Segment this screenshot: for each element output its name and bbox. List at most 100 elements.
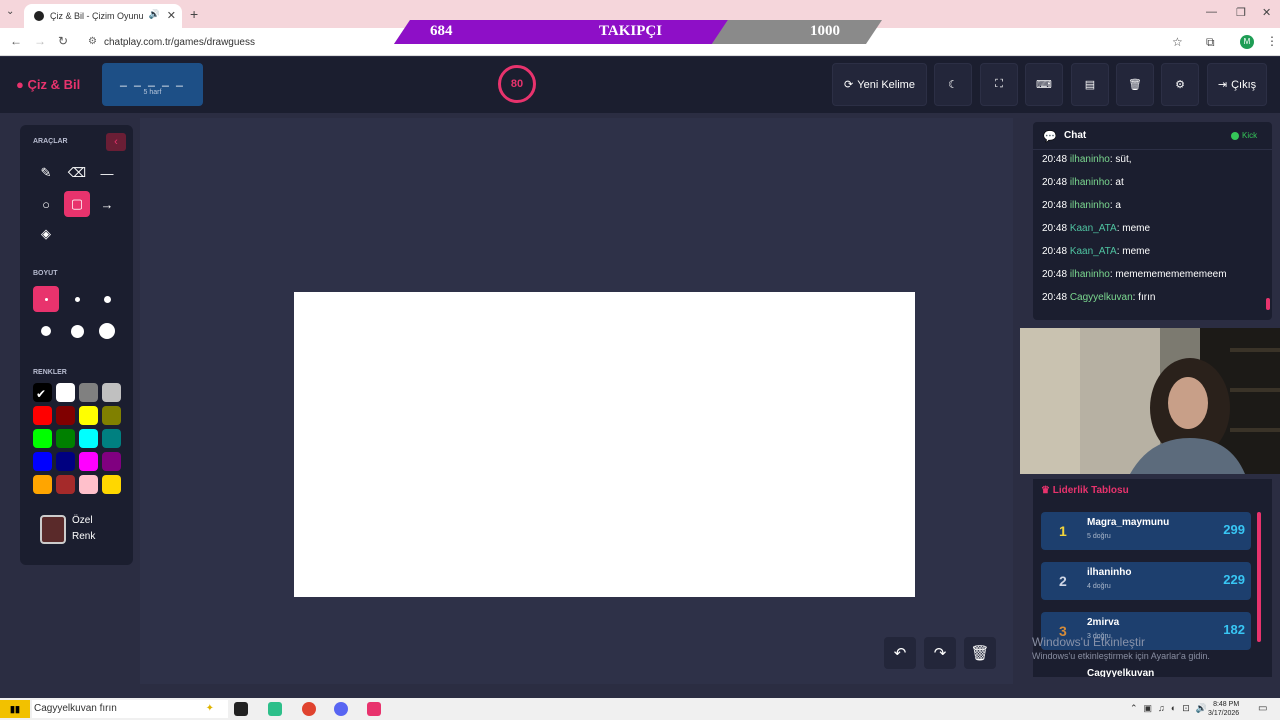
- chat-username[interactable]: Kaan_ATA: [1070, 223, 1117, 234]
- keyboard-button[interactable]: ⌨: [1025, 63, 1063, 106]
- rectangle-tool[interactable]: ▢: [64, 191, 90, 217]
- leaderboard-row: 1 Magra_maymunu 5 doğru 299: [1041, 512, 1251, 550]
- new-tab-button[interactable]: +: [190, 6, 198, 22]
- profile-avatar[interactable]: M: [1240, 35, 1254, 49]
- follower-goal-banner: 684 TAKIPÇI 1000: [394, 20, 882, 44]
- settings-button[interactable]: ⚙: [1161, 63, 1199, 106]
- restore-icon[interactable]: ❐: [1236, 6, 1246, 19]
- crown-icon: ♛: [1041, 485, 1050, 496]
- task-view-icon[interactable]: [234, 702, 248, 716]
- chat-username[interactable]: ilhaninho: [1070, 269, 1110, 280]
- size-option-5[interactable]: [64, 318, 90, 344]
- tab-favicon-icon: [34, 11, 44, 21]
- taskbar-search-box[interactable]: Cagyyelkuvan fırın ✦: [32, 700, 228, 718]
- chat-platform: Kick: [1242, 131, 1258, 140]
- trash-icon: 🗑: [970, 645, 990, 662]
- size-option-1[interactable]: [33, 286, 59, 312]
- new-word-button[interactable]: ⟳ Yeni Kelime: [832, 63, 927, 106]
- size-option-2[interactable]: [64, 286, 90, 312]
- color-swatch[interactable]: [33, 406, 52, 425]
- chat-username[interactable]: ilhaninho: [1070, 154, 1110, 165]
- size-option-6[interactable]: [94, 318, 120, 344]
- fill-icon: ◈: [41, 226, 51, 241]
- color-swatch[interactable]: [33, 452, 52, 471]
- forward-icon[interactable]: →: [34, 34, 46, 48]
- extensions-icon[interactable]: ⧉: [1206, 35, 1215, 50]
- tab-search-icon[interactable]: ⌄: [6, 6, 14, 17]
- chat-username[interactable]: ilhaninho: [1070, 200, 1110, 211]
- watermark-subtitle: Windows'u etkinleştirmek için Ayarlar'a …: [1032, 651, 1210, 661]
- taskbar-app-icon[interactable]: [367, 702, 381, 716]
- color-swatch[interactable]: [56, 429, 75, 448]
- leaderboard-scrollbar[interactable]: [1257, 512, 1261, 642]
- chat-scrollbar[interactable]: [1266, 298, 1270, 310]
- chat-time: 20:48: [1042, 177, 1070, 188]
- tab-audio-icon[interactable]: 🔊: [149, 9, 160, 20]
- dark-mode-button[interactable]: ☾: [934, 63, 972, 106]
- archive-button[interactable]: ▤: [1071, 63, 1109, 106]
- circle-tool[interactable]: ○: [33, 191, 59, 217]
- drawing-canvas[interactable]: [294, 292, 915, 597]
- color-swatch[interactable]: [79, 475, 98, 494]
- word-length: 5 harf: [143, 89, 162, 96]
- taskbar-pinned-widget[interactable]: ▮▮: [0, 700, 30, 718]
- moon-icon: ☾: [948, 79, 958, 91]
- site-info-icon[interactable]: ⚙: [88, 36, 97, 47]
- back-icon[interactable]: ←: [10, 34, 22, 48]
- chat-title: Chat: [1064, 130, 1087, 141]
- chat-username[interactable]: Cagyyelkuvan: [1070, 292, 1133, 303]
- bookmark-star-icon[interactable]: ☆: [1172, 35, 1183, 49]
- line-tool[interactable]: —: [94, 160, 120, 186]
- color-swatch[interactable]: [56, 406, 75, 425]
- color-swatch[interactable]: [33, 383, 52, 402]
- browser-tab[interactable]: Çiz & Bil - Çizim Oyunu 🔊 ✕: [24, 4, 182, 28]
- color-swatch[interactable]: [33, 429, 52, 448]
- color-swatch[interactable]: [33, 475, 52, 494]
- chrome-icon[interactable]: [302, 702, 316, 716]
- color-swatch[interactable]: [102, 475, 121, 494]
- color-swatch[interactable]: [79, 383, 98, 402]
- color-swatch[interactable]: [56, 383, 75, 402]
- fullscreen-button[interactable]: ⛶: [980, 63, 1018, 106]
- redo-button[interactable]: ↷: [924, 637, 956, 669]
- new-word-label: Yeni Kelime: [857, 78, 915, 91]
- notification-icon[interactable]: ▭: [1258, 703, 1267, 714]
- color-swatch[interactable]: [102, 429, 121, 448]
- system-tray-icons[interactable]: ⌃▣♫◐⊡🔊: [1130, 703, 1213, 714]
- tab-close-icon[interactable]: ✕: [167, 9, 176, 22]
- sparkle-icon: ✦: [205, 703, 214, 714]
- chat-username[interactable]: Kaan_ATA: [1070, 246, 1117, 257]
- taskbar-clock[interactable]: 8:48 PM 3/17/2026: [1208, 700, 1239, 718]
- brush-tool[interactable]: ✎: [33, 160, 59, 186]
- collapse-panel-button[interactable]: ‹: [106, 133, 126, 151]
- discord-icon[interactable]: [334, 702, 348, 716]
- undo-icon: ↶: [893, 645, 907, 662]
- clear-button[interactable]: 🗑: [1116, 63, 1154, 106]
- eraser-tool[interactable]: ⌫: [64, 160, 90, 186]
- leaderboard-rank: 1: [1059, 523, 1067, 539]
- taskbar-app-icon[interactable]: [268, 702, 282, 716]
- minimize-icon[interactable]: —: [1206, 6, 1217, 18]
- color-swatch[interactable]: [79, 452, 98, 471]
- color-swatch[interactable]: [102, 406, 121, 425]
- color-swatch[interactable]: [102, 383, 121, 402]
- size-option-3[interactable]: [94, 286, 120, 312]
- close-window-icon[interactable]: ✕: [1262, 6, 1271, 19]
- color-swatch[interactable]: [79, 429, 98, 448]
- logout-button[interactable]: ⇥ Çıkış: [1207, 63, 1267, 106]
- browser-menu-icon[interactable]: ⋮: [1266, 34, 1278, 48]
- color-swatch[interactable]: [56, 475, 75, 494]
- clear-canvas-button[interactable]: 🗑: [964, 637, 996, 669]
- arrow-tool[interactable]: →: [94, 191, 120, 217]
- chat-username[interactable]: ilhaninho: [1070, 177, 1110, 188]
- color-swatch[interactable]: [102, 452, 121, 471]
- watermark-title: Windows'u Etkinleştir: [1032, 635, 1145, 649]
- undo-button[interactable]: ↶: [884, 637, 916, 669]
- reload-icon[interactable]: ↻: [58, 34, 68, 48]
- fill-tool[interactable]: ◈: [33, 221, 59, 247]
- redo-icon: ↷: [933, 645, 947, 662]
- color-swatch[interactable]: [56, 452, 75, 471]
- size-option-4[interactable]: [33, 318, 59, 344]
- custom-color-swatch[interactable]: [40, 515, 66, 544]
- color-swatch[interactable]: [79, 406, 98, 425]
